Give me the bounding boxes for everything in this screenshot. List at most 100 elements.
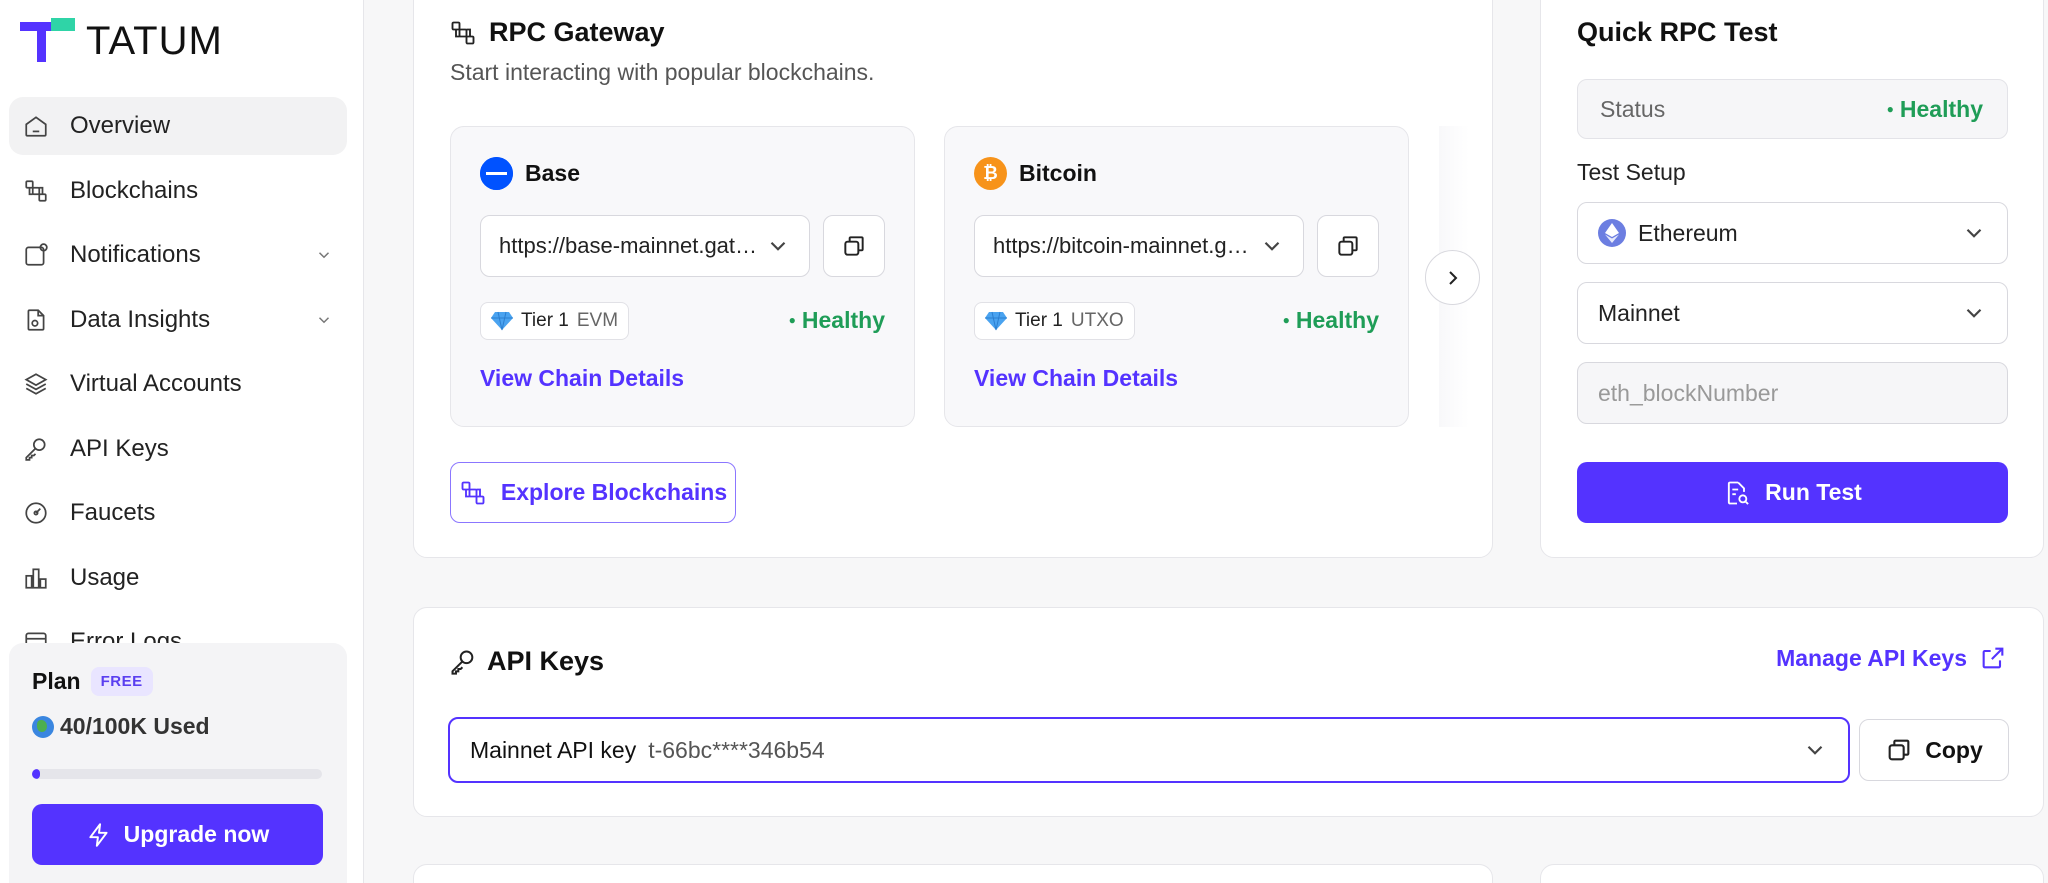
explore-blockchains-label: Explore Blockchains xyxy=(500,479,728,505)
copy-api-key-button[interactable]: Copy xyxy=(1859,719,2009,781)
status-badge: Healthy xyxy=(1887,96,1983,123)
copy-url-button[interactable] xyxy=(823,215,885,277)
chevron-down-icon xyxy=(1966,228,1982,238)
upgrade-button[interactable]: Upgrade now xyxy=(32,804,323,865)
rpc-url-value: https://bitcoin-mainnet.gateway.tatum.io xyxy=(993,233,1259,258)
api-keys-card: API Keys Manage API Keys Mainnet API key… xyxy=(413,607,2044,817)
manage-api-keys-label: Manage API Keys xyxy=(1776,644,1967,671)
sidebar-nav: Overview Blockchains Notifications Data … xyxy=(9,97,347,678)
bitcoin-logo-icon: ₿ xyxy=(974,157,1007,190)
next-section-card xyxy=(413,864,1493,883)
copy-icon xyxy=(1338,236,1358,256)
rpc-url-select[interactable]: https://base-mainnet.gateway.tatum.io xyxy=(480,215,810,277)
sidebar-item-virtual-accounts[interactable]: Virtual Accounts xyxy=(9,355,347,413)
plan-title: Plan FREE xyxy=(32,667,153,696)
manage-api-keys-link[interactable]: Manage API Keys xyxy=(1776,644,2007,672)
status-box: Status Healthy xyxy=(1577,79,2008,139)
chain-name: Bitcoin xyxy=(1019,160,1097,186)
rpc-gateway-subtitle: Start interacting with popular blockchai… xyxy=(450,59,875,85)
view-chain-details-link[interactable]: View Chain Details xyxy=(974,365,1178,392)
gauge-icon xyxy=(22,499,50,527)
status-label: Status xyxy=(1600,95,1666,122)
sidebar-item-label: Data Insights xyxy=(70,305,211,333)
tier-label: Tier 1 xyxy=(1015,310,1063,331)
chevron-down-icon[interactable] xyxy=(315,311,333,329)
sidebar-item-label: Notifications xyxy=(70,241,201,268)
chain-card-bitcoin: ₿ Bitcoin https://bitcoin-mainnet.gatewa… xyxy=(944,126,1409,427)
chain-kind: UTXO xyxy=(1070,310,1124,331)
rpc-url-value: https://base-mainnet.gateway.tatum.io xyxy=(499,233,765,258)
home-icon xyxy=(22,112,50,140)
api-key-name: Mainnet API key xyxy=(470,736,637,763)
key-icon xyxy=(451,650,474,675)
rpc-gateway-title-text: RPC Gateway xyxy=(489,17,665,47)
tier-label: Tier 1 xyxy=(521,310,569,331)
sidebar-item-label: API Keys xyxy=(70,434,169,462)
chevron-down-icon xyxy=(1264,241,1280,251)
external-link-icon xyxy=(1982,647,2004,669)
sidebar-item-label: Blockchains xyxy=(70,176,199,204)
chevron-down-icon[interactable] xyxy=(315,246,333,264)
plan-card: Plan FREE 40/100K Used Upgrade now xyxy=(9,643,347,883)
sidebar-item-data-insights[interactable]: Data Insights xyxy=(9,291,347,349)
api-keys-title: API Keys xyxy=(449,646,604,677)
test-setup-label: Test Setup xyxy=(1577,159,1686,185)
carousel-next-button[interactable] xyxy=(1425,250,1480,305)
plan-usage-text: 40/100K Used xyxy=(60,713,210,739)
diamond-icon xyxy=(491,311,513,331)
base-logo-icon xyxy=(480,157,513,190)
run-test-label: Run Test xyxy=(1765,479,1862,505)
ethereum-logo-icon xyxy=(1598,219,1626,247)
blockchain-icon xyxy=(461,481,485,504)
sidebar-item-api-keys[interactable]: API Keys xyxy=(9,420,347,478)
copy-url-button[interactable] xyxy=(1317,215,1379,277)
sidebar-item-overview[interactable]: Overview xyxy=(9,97,347,155)
chevron-down-icon xyxy=(1807,745,1823,755)
rpc-method-input[interactable] xyxy=(1577,362,2008,424)
sidebar-item-label: Faucets xyxy=(70,499,156,526)
usage-progress-fill xyxy=(32,769,40,779)
chevron-right-icon xyxy=(1448,270,1457,285)
globe-icon xyxy=(32,715,54,738)
upgrade-label: Upgrade now xyxy=(123,821,270,847)
notification-icon xyxy=(22,241,50,269)
api-key-select[interactable]: Mainnet API key t-66bc****346b54 xyxy=(448,717,1850,783)
quick-rpc-test-title: Quick RPC Test xyxy=(1577,17,1778,47)
lightning-icon xyxy=(89,822,108,847)
document-search-icon xyxy=(1728,481,1749,505)
chain-name: Base xyxy=(525,160,580,186)
network-select-value: Mainnet xyxy=(1598,299,1680,326)
sidebar-item-faucets[interactable]: Faucets xyxy=(9,484,347,542)
usage-progress-bar xyxy=(32,769,322,779)
plan-usage: 40/100K Used xyxy=(32,713,210,740)
explore-blockchains-button[interactable]: Explore Blockchains xyxy=(450,462,736,523)
chain-select[interactable]: Ethereum xyxy=(1577,202,2008,264)
chain-card-base: Base https://base-mainnet.gateway.tatum.… xyxy=(450,126,915,427)
sidebar: TATUM Overview Blockchains Notifications xyxy=(0,0,364,883)
tatum-logo[interactable]: TATUM xyxy=(20,18,223,64)
sidebar-item-label: Virtual Accounts xyxy=(70,370,242,397)
chain-select-value: Ethereum xyxy=(1638,219,1738,246)
sidebar-item-blockchains[interactable]: Blockchains xyxy=(9,162,347,220)
brand-name: TATUM xyxy=(86,19,223,63)
plan-badge: FREE xyxy=(90,667,153,696)
status-badge: Healthy xyxy=(1283,307,1379,334)
key-icon xyxy=(22,435,50,463)
bar-chart-icon xyxy=(22,564,50,592)
copy-icon xyxy=(844,236,864,256)
sidebar-item-usage[interactable]: Usage xyxy=(9,549,347,607)
chain-kind: EVM xyxy=(576,310,619,331)
layers-icon xyxy=(22,370,50,398)
copy-label: Copy xyxy=(1925,736,1983,763)
status-badge: Healthy xyxy=(789,307,885,334)
view-chain-details-link[interactable]: View Chain Details xyxy=(480,365,684,392)
sidebar-item-notifications[interactable]: Notifications xyxy=(9,226,347,284)
run-test-button[interactable]: Run Test xyxy=(1577,462,2008,523)
chevron-down-icon xyxy=(1966,308,1982,318)
copy-icon xyxy=(1888,739,1910,761)
blockchain-icon xyxy=(451,21,475,44)
network-select[interactable]: Mainnet xyxy=(1577,282,2008,344)
api-keys-title-text: API Keys xyxy=(487,646,605,676)
rpc-url-select[interactable]: https://bitcoin-mainnet.gateway.tatum.io xyxy=(974,215,1304,277)
rpc-gateway-title: RPC Gateway xyxy=(449,17,665,48)
